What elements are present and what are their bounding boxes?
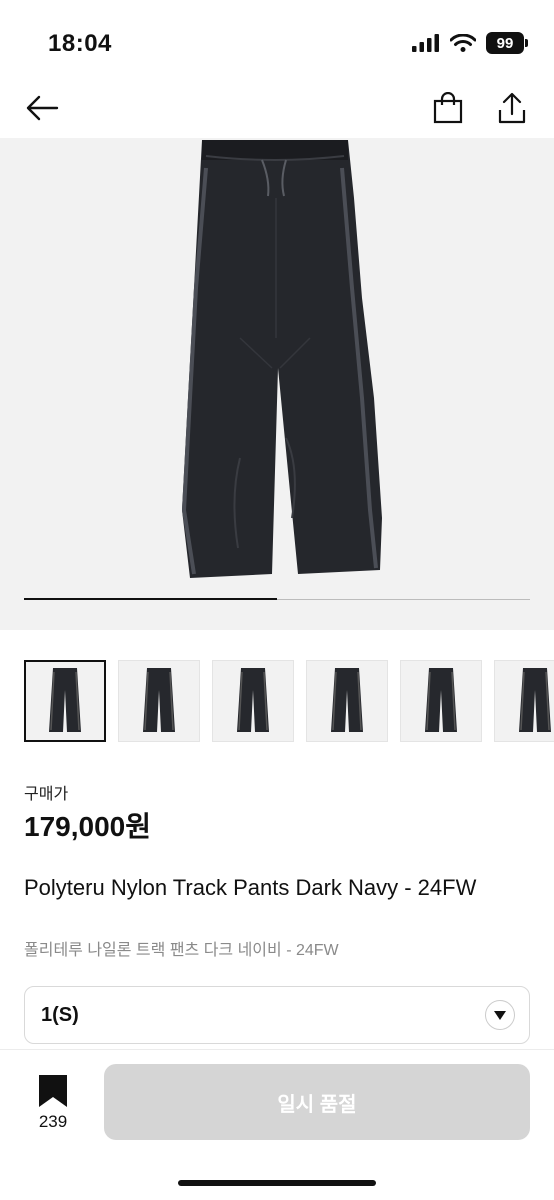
- gallery-progress-fill: [24, 598, 277, 600]
- thumbnail-image: [237, 668, 269, 732]
- status-bar: 18:04 99: [0, 0, 554, 80]
- price-label: 구매가: [24, 786, 69, 803]
- price: 179,000원: [24, 811, 151, 842]
- product-title: Polyteru Nylon Track Pants Dark Navy - 2…: [24, 875, 477, 900]
- product-image-gallery[interactable]: [0, 138, 554, 630]
- thumbnail-image: [519, 668, 551, 732]
- thumbnail-4[interactable]: [306, 660, 388, 742]
- thumbnail-image: [331, 668, 363, 732]
- thumbnail-image: [143, 668, 175, 732]
- thumbnail-2[interactable]: [118, 660, 200, 742]
- bookmark-button[interactable]: 239: [30, 1074, 76, 1134]
- thumbnail-6[interactable]: [494, 660, 554, 742]
- thumbnail-1[interactable]: [24, 660, 106, 742]
- wifi-icon: [450, 34, 476, 52]
- status-icons: 99: [412, 32, 528, 54]
- cart-button[interactable]: [426, 86, 470, 130]
- thumbnail-3[interactable]: [212, 660, 294, 742]
- thumbnail-image: [49, 668, 81, 732]
- thumbnail-strip: [24, 660, 554, 744]
- size-select[interactable]: 1(S): [24, 986, 530, 1044]
- back-button[interactable]: [20, 86, 64, 130]
- home-indicator[interactable]: [178, 1180, 376, 1186]
- signal-icon: [412, 34, 439, 52]
- product-subtitle: 폴리테루 나일론 트랙 팬츠 다크 네이비 - 24FW: [24, 942, 339, 959]
- bottom-action-bar: 239 일시 품절: [0, 1050, 554, 1200]
- share-button[interactable]: [490, 86, 534, 130]
- share-icon: [498, 92, 526, 124]
- status-time: 18:04: [48, 30, 112, 57]
- product-image: [181, 140, 382, 578]
- chevron-down-icon: [485, 1000, 515, 1030]
- shopping-bag-icon: [433, 92, 463, 124]
- gallery-progress-track: [24, 598, 530, 600]
- bookmark-count: 239: [38, 1112, 68, 1131]
- thumbnail-5[interactable]: [400, 660, 482, 742]
- bookmark-icon: [39, 1075, 67, 1107]
- arrow-left-icon: [26, 95, 59, 121]
- size-select-value: 1(S): [41, 1003, 79, 1026]
- sold-out-button[interactable]: 일시 품절: [104, 1064, 530, 1140]
- nav-bar: [0, 80, 554, 138]
- battery-indicator: 99: [486, 32, 528, 54]
- thumbnail-image: [425, 668, 457, 732]
